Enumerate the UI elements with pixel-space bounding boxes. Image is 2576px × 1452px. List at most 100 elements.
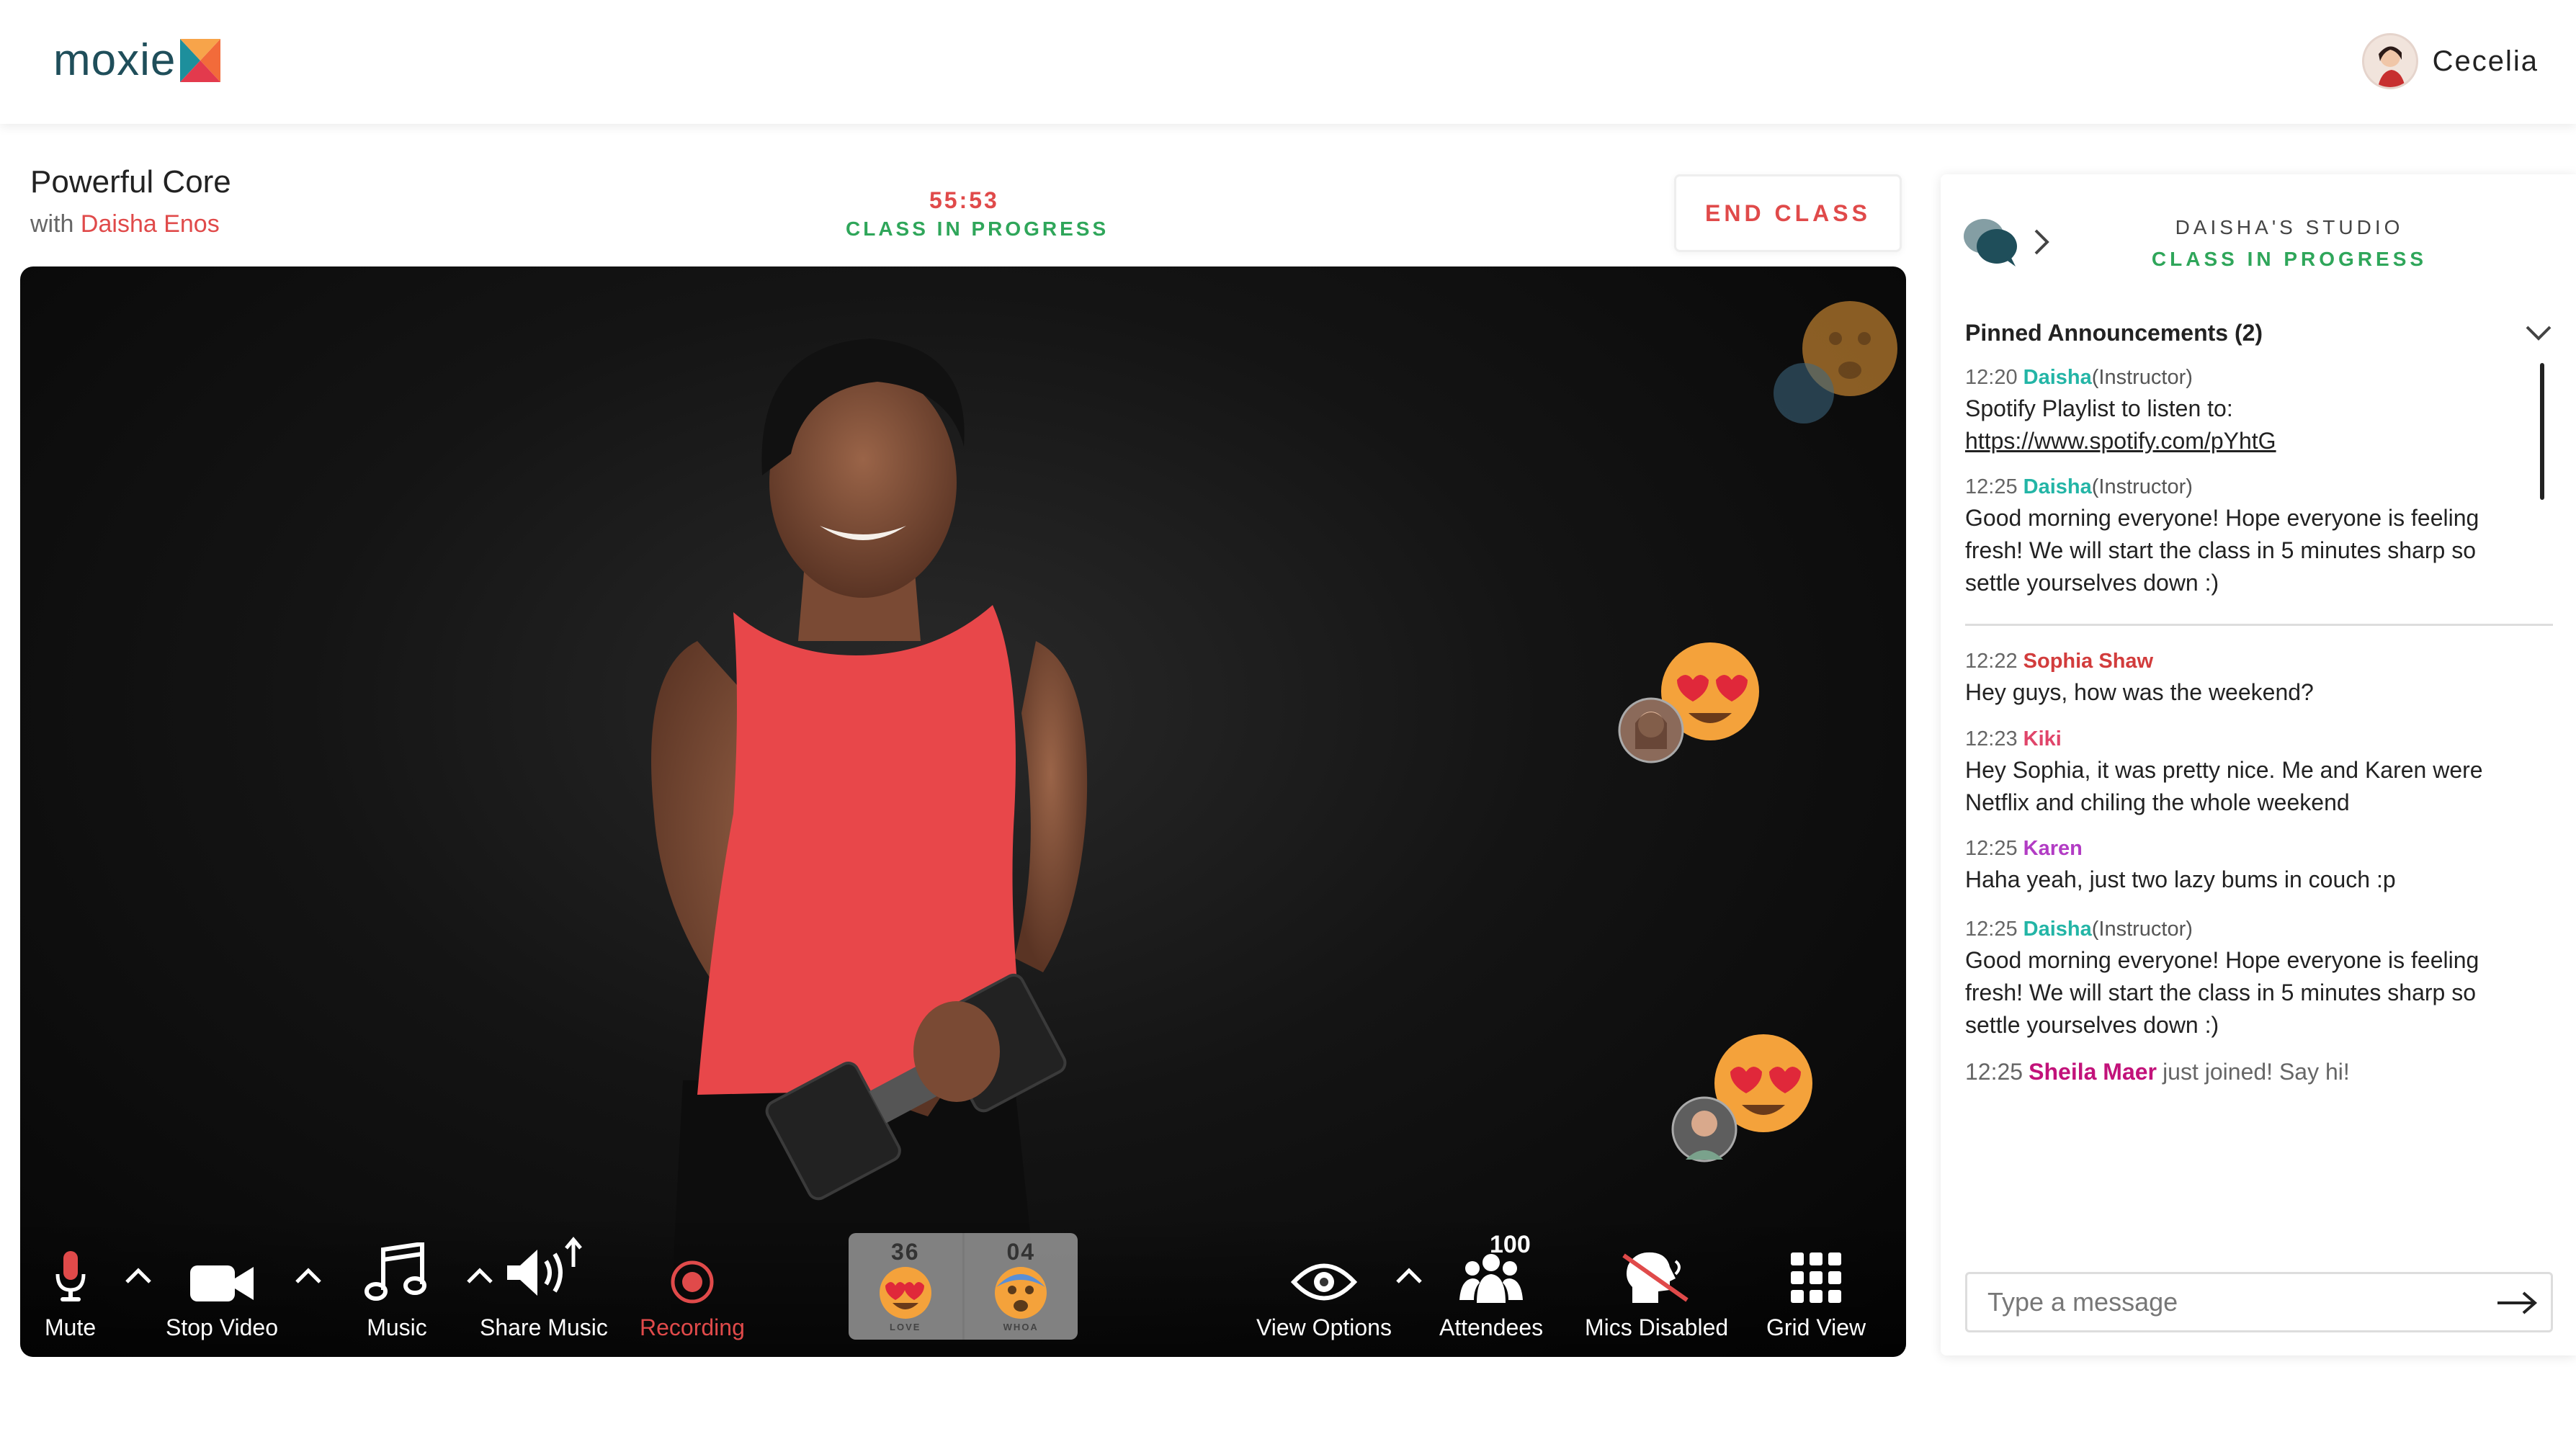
grid-view-button[interactable]: Grid View (1766, 1240, 1866, 1341)
video-options-chevron-icon[interactable] (294, 1266, 323, 1285)
message-author: Sheila Maer (2029, 1059, 2157, 1085)
message-author: Daisha (2023, 475, 2092, 498)
music-label: Music (367, 1314, 427, 1340)
whoa-count: 04 (1006, 1239, 1036, 1265)
class-status: CLASS IN PROGRESS (846, 218, 1109, 240)
message-time: 12:20 (1965, 366, 2018, 389)
message-text: Hey guys, how was the weekend? (1965, 679, 2314, 705)
view-options-chevron-icon[interactable] (1395, 1266, 1423, 1285)
message-input-box (1965, 1272, 2553, 1332)
chat-message-join: 12:25 Sheila Maer just joined! Say hi! (1965, 1059, 2527, 1085)
speaking-head-disabled-icon (1622, 1252, 1689, 1303)
speaker-share-icon (506, 1237, 582, 1296)
moxie-logo[interactable]: moxie (53, 35, 221, 86)
message-text: Haha yeah, just two lazy bums in couch :… (1965, 866, 2396, 892)
surprised-emoji-icon (995, 1267, 1047, 1319)
message-author: Karen (2023, 837, 2083, 860)
class-title: Powerful Core (30, 164, 231, 200)
message-author: Sophia Shaw (2023, 650, 2154, 673)
video-camera-icon (189, 1265, 254, 1301)
eye-icon (1290, 1263, 1357, 1301)
instructor-video: Mute Stop Video Music Share Music Record… (20, 266, 1906, 1357)
class-instructor-line: with Daisha Enos (30, 210, 220, 238)
microphone-icon (55, 1251, 86, 1301)
class-timer: 55:53 (929, 187, 999, 213)
chat-bubbles-icon (1964, 219, 2017, 266)
message-role: (Instructor) (2091, 475, 2193, 498)
chat-panel: DAISHA'S STUDIO CLASS IN PROGRESS Pinned… (1941, 174, 2576, 1355)
view-options-button[interactable]: View Options (1256, 1240, 1392, 1341)
music-button[interactable]: Music (365, 1240, 429, 1341)
message-author: Daisha (2023, 366, 2092, 389)
message-text: Hey Sophia, it was pretty nice. Me and K… (1965, 757, 2483, 815)
whoa-label: WHOA (1003, 1322, 1039, 1332)
logo-mark-icon (180, 38, 221, 82)
mics-disabled-label: Mics Disabled (1585, 1314, 1729, 1340)
chat-message: 12:23 Kiki Hey Sophia, it was pretty nic… (1965, 727, 2527, 819)
pinned-scrollbar[interactable] (2540, 363, 2544, 500)
top-bar: moxie Cecelia (0, 0, 2576, 124)
user-avatar (2361, 33, 2418, 89)
message-author: Daisha (2023, 918, 2092, 941)
message-time: 12:25 (1965, 837, 2018, 860)
message-input[interactable] (1967, 1287, 2472, 1317)
chevron-down-icon[interactable] (2524, 324, 2553, 343)
record-icon (671, 1260, 714, 1304)
message-role: (Instructor) (2091, 366, 2193, 389)
with-prefix: with (30, 210, 74, 238)
message-author: Kiki (2023, 727, 2062, 750)
floating-love-reaction (1618, 642, 1759, 763)
mute-options-chevron-icon[interactable] (124, 1266, 153, 1285)
love-reaction-button[interactable]: 36 LOVE (849, 1233, 962, 1340)
recording-button[interactable]: Recording (640, 1240, 745, 1341)
pinned-divider (1965, 624, 2553, 626)
pinned-message: 12:25 Daisha(Instructor) Good morning ev… (1965, 475, 2527, 599)
user-name: Cecelia (2432, 45, 2539, 77)
attendees-label: Attendees (1439, 1314, 1544, 1340)
love-count: 36 (890, 1239, 920, 1265)
attendees-button[interactable]: Attendees (1439, 1240, 1543, 1341)
grid-view-label: Grid View (1766, 1314, 1866, 1340)
user-menu[interactable]: Cecelia (2361, 33, 2539, 89)
message-time: 12:23 (1965, 727, 2018, 750)
grid-icon (1791, 1252, 1842, 1303)
message-time: 12:25 (1965, 1059, 2023, 1085)
love-label: LOVE (890, 1322, 921, 1332)
message-time: 12:22 (1965, 650, 2018, 673)
message-text: Good morning everyone! Hope everyone is … (1965, 947, 2479, 1038)
stop-video-label: Stop Video (166, 1314, 278, 1340)
floating-love-reaction-2 (1671, 1034, 1812, 1162)
chat-message: 12:25 Karen Haha yeah, just two lazy bum… (1965, 837, 2527, 896)
music-note-icon (365, 1242, 426, 1301)
reaction-panel: 36 LOVE 04 WHOA (849, 1233, 1078, 1340)
message-text: Spotify Playlist to listen to: (1965, 395, 2233, 421)
chat-class-status: CLASS IN PROGRESS (2151, 248, 2428, 270)
people-group-icon (1459, 1254, 1524, 1303)
pinned-announcements-title[interactable]: Pinned Announcements (2) (1965, 320, 2263, 346)
chat-message: 12:25 Daisha(Instructor) Good morning ev… (1965, 918, 2527, 1041)
whoa-reaction-button[interactable]: 04 WHOA (962, 1233, 1078, 1340)
message-role: (Instructor) (2091, 918, 2193, 941)
heart-eyes-emoji-icon (879, 1267, 931, 1319)
message-time: 12:25 (1965, 475, 2018, 498)
mute-button[interactable]: Mute (45, 1240, 96, 1341)
send-arrow-icon[interactable] (2496, 1290, 2538, 1316)
chevron-right-icon[interactable] (2033, 228, 2052, 256)
instructor-figure (651, 339, 1088, 1357)
chat-message: 12:22 Sophia Shaw Hey guys, how was the … (1965, 650, 2527, 709)
logo-text: moxie (53, 35, 176, 85)
view-options-label: View Options (1256, 1314, 1392, 1340)
studio-name: DAISHA'S STUDIO (2175, 216, 2404, 238)
instructor-name[interactable]: Daisha Enos (81, 210, 220, 238)
share-music-button[interactable]: Share Music (480, 1237, 608, 1341)
message-time: 12:25 (1965, 918, 2018, 941)
share-music-label: Share Music (480, 1314, 608, 1340)
join-text: just joined! Say hi! (2163, 1059, 2350, 1085)
spotify-link[interactable]: https://www.spotify.com/pYhtG (1965, 425, 2527, 457)
mute-label: Mute (45, 1314, 97, 1340)
mics-disabled-button[interactable]: Mics Disabled (1585, 1240, 1728, 1341)
stop-video-button[interactable]: Stop Video (166, 1240, 278, 1341)
end-class-button[interactable]: END CLASS (1674, 174, 1902, 252)
message-text: Good morning everyone! Hope everyone is … (1965, 505, 2479, 596)
recording-label: Recording (640, 1314, 745, 1340)
